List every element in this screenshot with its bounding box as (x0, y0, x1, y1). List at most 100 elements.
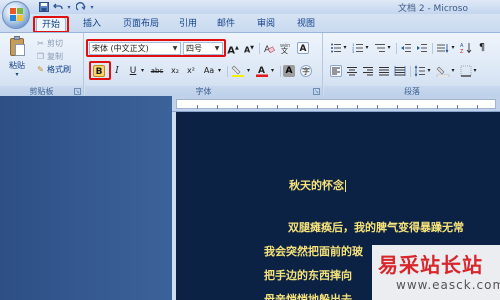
horizontal-ruler[interactable] (172, 96, 500, 112)
redo-icon[interactable] (75, 2, 86, 13)
window-title: 文档 2 - Microso (398, 4, 468, 14)
borders-icon[interactable] (460, 65, 472, 77)
document-line[interactable]: 把手边的东西摔向 (264, 267, 352, 283)
office-button[interactable] (2, 1, 30, 29)
highlight-button[interactable] (231, 65, 245, 77)
chevron-down-icon[interactable]: ▼ (213, 43, 221, 54)
font-color-dropdown-icon[interactable]: ▾ (269, 65, 276, 77)
ribbon: 粘贴 ▾ ✂ 剪切 ❐ 复制 ✎ 格式刷 剪贴板 ↘ 宋体 (中文正文) ▼ 四… (0, 32, 500, 97)
text-cursor (345, 180, 346, 192)
underline-dropdown-icon[interactable]: ▾ (139, 65, 146, 77)
shrink-font-button[interactable]: A▼ (243, 42, 255, 55)
paste-button[interactable]: 粘贴 ▾ (6, 36, 28, 78)
font-name-value: 宋体 (中文正文) (92, 44, 149, 53)
grow-font-button[interactable]: A▲ (227, 42, 239, 56)
decrease-indent-icon[interactable] (400, 42, 412, 54)
italic-button[interactable]: I (111, 65, 123, 77)
chevron-down-icon[interactable]: ▼ (171, 43, 179, 54)
undo-icon[interactable] (52, 2, 63, 13)
enclose-char-button[interactable]: 字 (300, 65, 312, 77)
tab-view[interactable]: 视图 (294, 17, 318, 32)
chinese-layout-icon[interactable] (436, 42, 450, 54)
multilevel-dropdown-icon[interactable]: ▾ (386, 42, 392, 54)
borders-dropdown-icon[interactable]: ▾ (472, 65, 478, 77)
multilevel-list-icon[interactable] (374, 42, 386, 54)
shading-dropdown-icon[interactable]: ▾ (450, 65, 456, 77)
change-case-dropdown-icon[interactable]: ▾ (216, 65, 223, 77)
ribbon-tabs: 开始 插入 页面布局 引用 邮件 审阅 视图 (0, 14, 500, 32)
copy-label: 复制 (47, 52, 63, 61)
clear-format-button[interactable]: A (263, 42, 276, 55)
align-center-icon[interactable] (346, 65, 358, 77)
clipboard-launcher-icon[interactable]: ↘ (74, 88, 81, 95)
font-group: 宋体 (中文正文) ▼ 四号 ▼ A▲ A▼ A wén 文 A B I U ▾ … (85, 33, 323, 97)
increase-indent-icon[interactable] (416, 42, 428, 54)
office-logo-icon (10, 8, 23, 21)
clipboard-group: 粘贴 ▾ ✂ 剪切 ❐ 复制 ✎ 格式刷 剪贴板 ↘ (0, 33, 84, 97)
font-name-combo[interactable]: 宋体 (中文正文) ▼ (89, 42, 181, 55)
tab-home[interactable]: 开始 (36, 17, 66, 32)
justify-icon[interactable] (378, 65, 390, 77)
line-spacing-icon[interactable] (414, 65, 426, 77)
copy-button[interactable]: ❐ 复制 (36, 51, 63, 62)
bullets-icon[interactable] (330, 42, 342, 54)
chinese-layout-dropdown-icon[interactable]: ▾ (450, 42, 456, 54)
font-size-combo[interactable]: 四号 ▼ (183, 42, 223, 55)
quick-access-toolbar: ▾ ▾ (38, 1, 95, 13)
document-line[interactable]: 我会突然把面前的玻 (264, 243, 363, 259)
paste-dropdown-icon[interactable]: ▾ (6, 71, 28, 78)
bullets-dropdown-icon[interactable]: ▾ (342, 42, 348, 54)
align-right-icon[interactable] (362, 65, 374, 77)
document-background (0, 96, 172, 300)
cut-button[interactable]: ✂ 剪切 (36, 38, 63, 49)
numbering-dropdown-icon[interactable]: ▾ (364, 42, 370, 54)
paragraph-group: ▾ 123 ▾ ▾ ▾ AZ ¶ ▾ ▾ ▾ 段落 (324, 33, 500, 97)
paintbrush-icon: ✎ (37, 65, 44, 74)
numbering-icon[interactable]: 123 (352, 42, 364, 54)
watermark-title: 易采站长站 (378, 253, 483, 277)
svg-text:文: 文 (281, 46, 288, 54)
tab-page-layout[interactable]: 页面布局 (118, 17, 164, 32)
char-border-button[interactable]: A (297, 42, 309, 54)
strikethrough-button[interactable]: abc (149, 65, 165, 77)
underline-button[interactable]: U (127, 65, 139, 77)
scissors-icon: ✂ (37, 39, 44, 48)
title-bar: ▾ ▾ 文档 2 - Microso (0, 0, 500, 14)
paste-label: 粘贴 (9, 61, 25, 70)
format-painter-button[interactable]: ✎ 格式刷 (36, 64, 71, 75)
save-icon[interactable] (38, 2, 49, 13)
svg-text:Z: Z (460, 49, 464, 54)
align-left-icon[interactable] (330, 65, 342, 77)
tab-insert[interactable]: 插入 (80, 17, 104, 32)
font-launcher-icon[interactable]: ↘ (313, 88, 320, 95)
paste-icon (7, 36, 27, 58)
highlight-dropdown-icon[interactable]: ▾ (245, 65, 252, 77)
tab-mailings[interactable]: 邮件 (214, 17, 238, 32)
watermark-url: www.easck.com (396, 278, 500, 292)
line-spacing-dropdown-icon[interactable]: ▾ (426, 65, 432, 77)
sort-icon[interactable]: AZ (460, 42, 472, 55)
document-title[interactable]: 秋天的怀念 (289, 177, 346, 193)
undo-dropdown-icon[interactable]: ▾ (66, 2, 72, 13)
distributed-icon[interactable] (394, 65, 406, 77)
customize-qat-icon[interactable]: ▾ (89, 2, 95, 13)
change-case-button[interactable]: Aa (201, 65, 217, 77)
font-size-value: 四号 (186, 44, 202, 53)
subscript-button[interactable]: x₂ (169, 65, 181, 77)
format-painter-label: 格式刷 (47, 65, 71, 74)
bold-button[interactable]: B (93, 65, 105, 77)
tab-review[interactable]: 审阅 (254, 17, 278, 32)
font-color-button[interactable]: A (255, 65, 269, 77)
show-marks-icon[interactable]: ¶ (476, 42, 488, 54)
superscript-button[interactable]: x² (185, 65, 197, 77)
char-shading-button[interactable]: A (283, 65, 295, 77)
svg-text:3: 3 (352, 50, 354, 54)
copy-icon: ❐ (36, 52, 45, 61)
shading-icon[interactable] (436, 65, 450, 78)
document-line[interactable]: 母亲悄悄地躲出去 (264, 291, 352, 300)
tab-references[interactable]: 引用 (176, 17, 200, 32)
document-line[interactable]: 双腿瘫痪后，我的脾气变得暴躁无常 (288, 219, 464, 235)
cut-label: 剪切 (47, 39, 63, 48)
site-watermark: 易采站长站 www.easck.com (372, 245, 500, 300)
phonetic-guide-button[interactable]: wén 文 (279, 42, 291, 55)
